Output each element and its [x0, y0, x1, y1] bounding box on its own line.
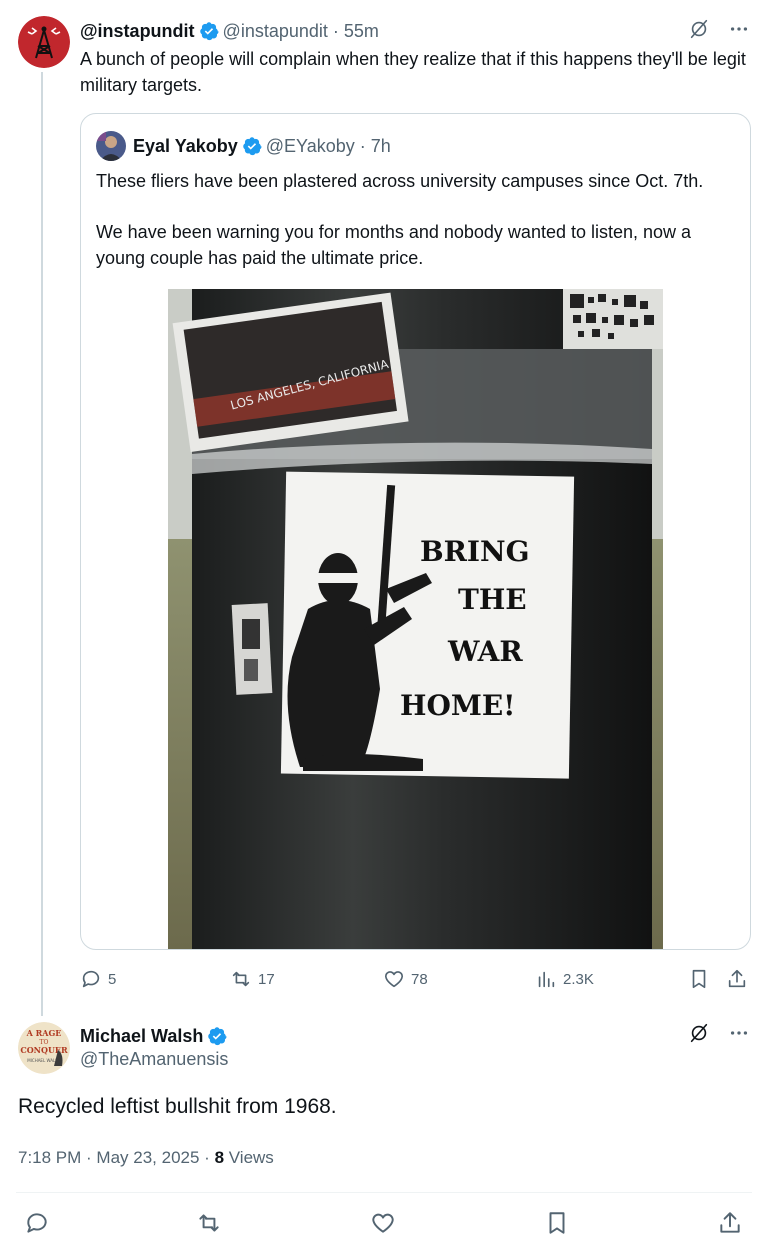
tweet-handle[interactable]: @instapundit — [223, 21, 328, 42]
views-icon — [538, 971, 555, 988]
reply-grok-icon[interactable] — [688, 1022, 710, 1049]
share-icon — [720, 1212, 740, 1233]
reply-views-count: 8 — [214, 1148, 225, 1167]
share-button[interactable] — [726, 962, 748, 996]
quote-verified-badge-icon — [242, 136, 262, 156]
verified-badge-icon — [199, 21, 219, 41]
reply-count: 5 — [108, 970, 117, 988]
quote-image[interactable]: LOS ANGELES, CALIFORNIA BRING THE WAR HO… — [168, 289, 663, 949]
quote-header: Eyal Yakoby @EYakoby · 7h — [96, 130, 391, 162]
heart-icon — [372, 1213, 394, 1233]
reply-more-options-icon[interactable] — [728, 1022, 750, 1049]
reply-like-button[interactable] — [370, 1210, 398, 1238]
reply-name-row: Michael Walsh — [80, 1023, 231, 1049]
heart-icon — [384, 971, 404, 988]
more-options-icon[interactable] — [728, 18, 750, 45]
engagement-bar: 5 17 78 2.3K — [80, 962, 752, 996]
reply-top-actions — [688, 1022, 750, 1049]
quote-time: · 7h — [359, 135, 391, 156]
bookmark-button[interactable] — [688, 962, 710, 996]
reply-reply-button[interactable] — [24, 1210, 52, 1238]
poster-line-4: HOME! — [400, 689, 515, 722]
quoted-tweet[interactable]: Eyal Yakoby @EYakoby · 7h These fliers h… — [80, 113, 751, 950]
reply-action-bar — [0, 1210, 768, 1240]
repost-button[interactable]: 17 — [230, 962, 275, 996]
reply-text: Recycled leftist bullshit from 1968. — [18, 1095, 337, 1118]
views-count: 2.3K — [563, 970, 594, 988]
repost-icon — [232, 971, 250, 987]
reply-display-name[interactable]: Michael Walsh — [80, 1026, 203, 1047]
quote-display-name: Eyal Yakoby — [133, 135, 238, 156]
like-button[interactable]: 78 — [383, 962, 428, 996]
like-count: 78 — [411, 970, 428, 988]
repost-icon — [199, 1214, 219, 1232]
quote-text: These fliers have been plastered across … — [96, 168, 741, 296]
bookmark-icon — [692, 969, 706, 989]
quote-handle: @EYakoby — [265, 135, 355, 156]
instapundit-avatar[interactable] — [18, 16, 70, 68]
repost-count: 17 — [258, 970, 275, 988]
divider — [16, 1192, 752, 1193]
michael-walsh-avatar[interactable]: A RAGE TO CONQUER MICHAEL WALSH — [18, 1022, 70, 1074]
tweet-top-actions — [688, 18, 750, 45]
reply-handle[interactable]: @TheAmanuensis — [80, 1049, 228, 1070]
tweet-time[interactable]: · 55m — [333, 21, 379, 42]
quote-paragraph-1: These fliers have been plastered across … — [96, 171, 704, 191]
reply-icon — [27, 1213, 47, 1233]
tweet-header: @instapundit @instapundit · 55m — [80, 18, 748, 44]
bookmark-icon — [549, 1212, 565, 1234]
reply-icon — [82, 970, 100, 988]
grok-icon[interactable] — [688, 18, 710, 45]
poster-line-1: BRING — [420, 535, 530, 568]
poster-line-3: WAR — [447, 635, 523, 668]
thread-line — [41, 72, 43, 1016]
svg-text:A RAGE: A RAGE — [26, 1028, 62, 1038]
quote-paragraph-2: We have been warning you for months and … — [96, 222, 692, 268]
poster-line-2: THE — [458, 583, 527, 616]
reply-meta: 7:18 PM · May 23, 2025 · 8 Views — [18, 1148, 274, 1168]
reply-repost-button[interactable] — [196, 1210, 224, 1238]
quote-avatar — [96, 131, 126, 161]
share-icon — [728, 969, 746, 988]
reply-verified-badge-icon — [207, 1026, 227, 1046]
reply-views-label: Views — [228, 1148, 274, 1167]
reply-button[interactable]: 5 — [80, 962, 116, 996]
tweet-display-name[interactable]: @instapundit — [80, 21, 195, 42]
reply-share-button[interactable] — [717, 1210, 745, 1238]
tweet-text: A bunch of people will complain when the… — [80, 49, 746, 95]
views-button[interactable]: 2.3K — [535, 962, 594, 996]
reply-bookmark-button[interactable] — [544, 1210, 572, 1238]
reply-timestamp[interactable]: 7:18 PM · May 23, 2025 · — [18, 1148, 210, 1167]
